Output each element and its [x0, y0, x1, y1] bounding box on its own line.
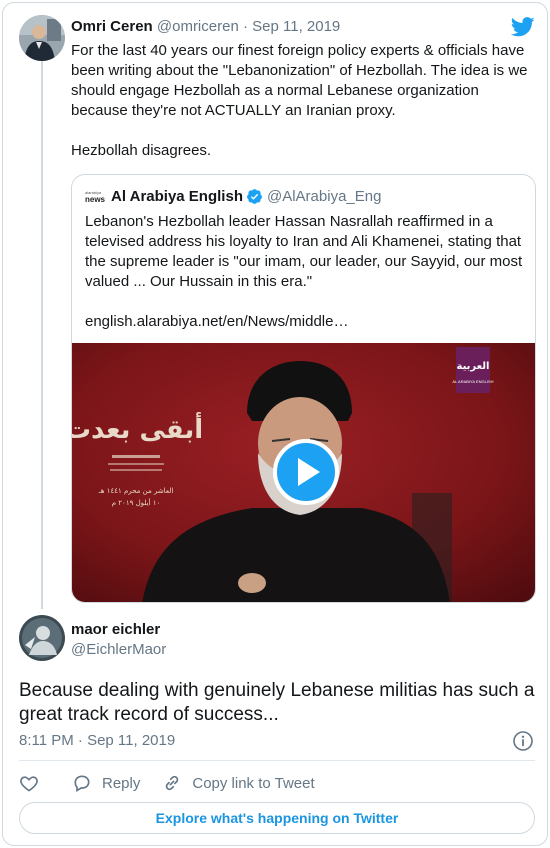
avatar[interactable] [19, 15, 65, 61]
info-icon[interactable] [512, 730, 534, 752]
tweet-date[interactable]: Sep 11, 2019 [252, 18, 340, 35]
tweet-actions: Reply Copy link to Tweet [19, 771, 315, 795]
reply-timestamp[interactable]: 8:11 PM · Sep 11, 2019 [19, 732, 175, 749]
reply-author-handle[interactable]: @EichlerMaor [71, 641, 166, 658]
reply-button[interactable]: Reply [72, 773, 140, 793]
author-handle[interactable]: @omriceren [157, 18, 239, 35]
banner-title-text: أبقى بعدت [72, 412, 203, 445]
banner-date-text: ١٠ أيلول ٢٠١٩ م [112, 498, 161, 507]
tweet-text-paragraph: For the last 40 years our finest foreign… [71, 42, 528, 119]
channel-logo-english: AL ARABIYA ENGLISH [452, 379, 493, 384]
channel-logo-arabic: العربية [457, 361, 490, 372]
reply-author-name[interactable]: maor eichler [71, 621, 160, 638]
separator: · [242, 18, 248, 35]
video-thumbnail[interactable]: أبقى بعدت العاشر من محرم ١٤٤١ هـ ١٠ أيلو… [72, 343, 535, 602]
quoted-tweet[interactable]: alarabiya news Al Arabiya English @AlAra… [71, 174, 536, 603]
play-icon[interactable] [273, 439, 339, 505]
quoted-text-paragraph: Lebanon's Hezbollah leader Hassan Nasral… [85, 213, 523, 290]
quoted-author-handle[interactable]: @AlArabiya_Eng [267, 188, 381, 205]
quoted-link[interactable]: english.alarabiya.net/en/News/middle… [85, 312, 530, 332]
banner-subtitle-text: العاشر من محرم ١٤٤١ هـ [98, 487, 174, 495]
reply-label: Reply [102, 774, 141, 792]
tweet-text: For the last 40 years our finest foreign… [71, 41, 533, 161]
avatar[interactable] [19, 615, 65, 661]
explore-twitter-button[interactable]: Explore what's happening on Twitter [19, 802, 535, 834]
link-icon [166, 775, 179, 791]
twitter-bird-icon[interactable] [511, 17, 535, 37]
reply-bubble-icon [74, 775, 90, 792]
tweet-header: Omri Ceren @omriceren · Sep 11, 2019 [71, 18, 340, 35]
quoted-author-name[interactable]: Al Arabiya English [111, 188, 243, 205]
quoted-tweet-text: Lebanon's Hezbollah leader Hassan Nasral… [85, 212, 530, 332]
like-button[interactable] [19, 773, 39, 793]
verified-badge-icon [247, 189, 262, 204]
alarabiya-news-logo-icon: alarabiya news [85, 190, 106, 204]
copy-link-button[interactable]: Copy link to Tweet [162, 773, 315, 793]
tweet-embed-card: Omri Ceren @omriceren · Sep 11, 2019 For… [2, 2, 548, 846]
divider [19, 760, 535, 761]
quoted-tweet-header: alarabiya news Al Arabiya English @AlAra… [85, 188, 381, 205]
logo-text: news [85, 195, 105, 204]
copy-link-label: Copy link to Tweet [192, 774, 315, 792]
tweet-text-paragraph: Hezbollah disagrees. [71, 142, 212, 159]
author-name[interactable]: Omri Ceren [71, 18, 153, 35]
heart-icon [20, 776, 38, 792]
thread-connector-line [41, 61, 43, 609]
reply-text: Because dealing with genuinely Lebanese … [19, 680, 535, 725]
